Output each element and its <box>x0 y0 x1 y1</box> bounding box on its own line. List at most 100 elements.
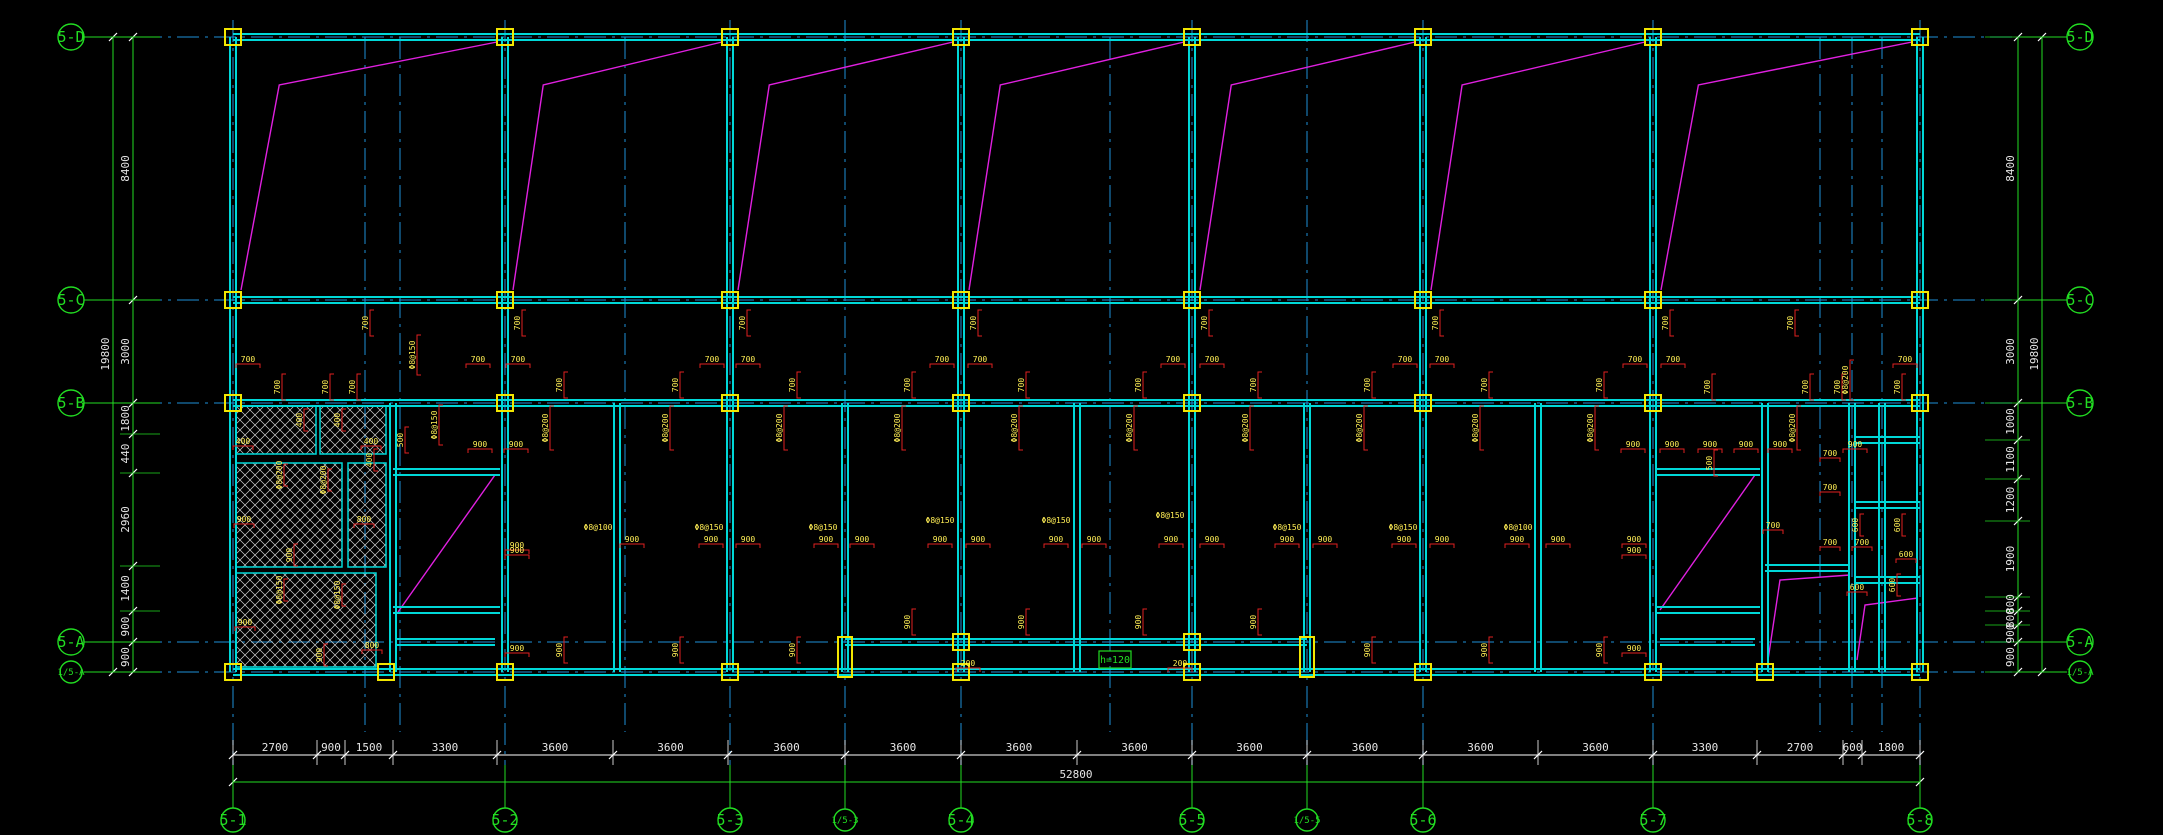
rebar-length-label: 900 <box>971 535 986 544</box>
slab-thickness-tag: h=120 <box>1100 655 1130 666</box>
rebar-length-label: 700 <box>1017 378 1026 393</box>
rebar-length-label: 700 <box>1898 355 1913 364</box>
rebar-length-label: Φ8@200 <box>1471 413 1480 442</box>
rebar-length-label: 900 <box>1205 535 1220 544</box>
rebar-length-label: 800 <box>365 641 380 650</box>
axis-label-5-B: 5-B <box>57 394 84 412</box>
rebar-length-label: 400 <box>333 413 342 428</box>
bottom-dimension: 1500 <box>356 741 383 754</box>
rebar-length-label: 400 <box>365 453 374 468</box>
right-dimension: 900 <box>2004 624 2017 644</box>
rebar-length-label: 700 <box>1855 538 1870 547</box>
rebar-length-label: 900 <box>1551 535 1566 544</box>
right-dimension: 1100 <box>2004 446 2017 473</box>
rebar-length-label: 700 <box>1205 355 1220 364</box>
rebar-length-label: 600 <box>1851 518 1860 533</box>
rebar-length-label: 200 <box>961 659 976 668</box>
rebar-length-label: 900 <box>237 515 252 524</box>
rebar-length-label: 900 <box>788 643 797 658</box>
rebar-length-label: 700 <box>1435 355 1450 364</box>
rebar-length-label: 700 <box>361 316 370 331</box>
rebar-length-label: 400 <box>236 437 251 446</box>
left-dimension: 1800 <box>119 405 132 432</box>
rebar-length-label: 700 <box>969 316 978 331</box>
rebar-length-label: 900 <box>1435 535 1450 544</box>
left-total-dimension: 19800 <box>99 337 112 370</box>
rebar-length-label: Φ8@200 <box>1586 413 1595 442</box>
axis-label-5-3: 5-3 <box>716 811 743 829</box>
rebar-length-label: 900 <box>1049 535 1064 544</box>
rebar-length-label: 700 <box>1786 316 1795 331</box>
rebar-length-label: 700 <box>705 355 720 364</box>
rebar-length-label: 900 <box>238 618 253 627</box>
rebar-length-label: 900 <box>1665 440 1680 449</box>
rebar-length-label: 700 <box>788 378 797 393</box>
rebar-length-label: 900 <box>1164 535 1179 544</box>
left-dimension: 900 <box>119 647 132 667</box>
left-dimension: 3000 <box>119 338 132 365</box>
rebar-length-label: Φ8@200 <box>1010 413 1019 442</box>
rebar-length-label: 900 <box>819 535 834 544</box>
bottom-dimension: 3600 <box>542 741 569 754</box>
bottom-dimension: 3600 <box>1352 741 1379 754</box>
rebar-length-label: 700 <box>348 380 357 395</box>
rebar-length-label: 700 <box>1480 378 1489 393</box>
rebar-length-label: 700 <box>1823 449 1838 458</box>
rebar-length-label: 700 <box>321 380 330 395</box>
rebar-length-label: 900 <box>1318 535 1333 544</box>
rebar-length-label: Φ8@200 <box>1241 413 1250 442</box>
rebar-length-label: Φ8@200 <box>1125 413 1134 442</box>
rebar-length-label: 900 <box>1739 440 1754 449</box>
rebar-length-label: 900 <box>285 548 294 563</box>
right-dimension: 1200 <box>2004 487 2017 514</box>
bottom-dimension: 900 <box>321 741 341 754</box>
axis-label-5-A: 5-A <box>2066 633 2093 651</box>
axis-label-5-A: 5-A <box>57 633 84 651</box>
rebar-length-label: 700 <box>1398 355 1413 364</box>
rebar-length-label: 700 <box>1766 521 1781 530</box>
rebar-length-label: Φ8@200 <box>1841 365 1850 394</box>
rebar-length-label: 600 <box>1850 583 1865 592</box>
bottom-dimension: 2700 <box>1787 741 1814 754</box>
rebar-length-label: 900 <box>1626 440 1641 449</box>
axis-label-5-D: 5-D <box>2066 28 2093 46</box>
right-total-dimension: 19800 <box>2028 337 2041 370</box>
rebar-spacing-label: Φ8@150 <box>1042 516 1071 525</box>
rebar-length-label: 900 <box>1703 440 1718 449</box>
rebar-length-label: 900 <box>1627 644 1642 653</box>
rebar-length-label: 700 <box>935 355 950 364</box>
rebar-length-label: 700 <box>1893 380 1902 395</box>
rebar-length-label: Φ8@150 <box>275 575 284 604</box>
rebar-length-label: 700 <box>1666 355 1681 364</box>
rebar-spacing-label: Φ8@150 <box>695 523 724 532</box>
left-dimension: 1400 <box>119 575 132 602</box>
rebar-length-label: 800 <box>357 515 372 524</box>
rebar-length-label: Φ8@200 <box>661 413 670 442</box>
rebar-length-label: 500 <box>396 433 405 448</box>
rebar-length-label: 900 <box>704 535 719 544</box>
rebar-length-label: Φ8@150 <box>333 580 342 609</box>
rebar-length-label: 900 <box>1480 643 1489 658</box>
axis-label-5-C: 5-C <box>57 291 84 309</box>
rebar-length-label: 900 <box>1134 615 1143 630</box>
rebar-length-label: 700 <box>1134 378 1143 393</box>
rebar-length-label: 900 <box>741 535 756 544</box>
rebar-length-label: 900 <box>1627 535 1642 544</box>
bottom-dimension: 600 <box>1843 741 1863 754</box>
axis-label-5-8: 5-8 <box>1906 811 1933 829</box>
right-dimension: 900 <box>2004 647 2017 667</box>
rebar-length-label: 700 <box>1628 355 1643 364</box>
rebar-length-label: Φ8@200 <box>893 413 902 442</box>
rebar-length-label: 900 <box>1595 643 1604 658</box>
rebar-length-label: 900 <box>855 535 870 544</box>
rebar-length-label: 900 <box>903 615 912 630</box>
rebar-length-label: 700 <box>1595 378 1604 393</box>
rebar-length-label: 700 <box>1166 355 1181 364</box>
left-dimension: 900 <box>119 617 132 637</box>
rebar-length-label: 700 <box>738 316 747 331</box>
structural-floor-plan: 700 700 700 700 700 700 700 700 700 700 700 700 700 7… <box>0 0 2163 835</box>
rebar-length-label: 700 <box>1661 316 1670 331</box>
rebar-length-label: 900 <box>510 644 525 653</box>
rebar-length-label: 900 <box>1249 615 1258 630</box>
rebar-length-label: 400 <box>295 413 304 428</box>
